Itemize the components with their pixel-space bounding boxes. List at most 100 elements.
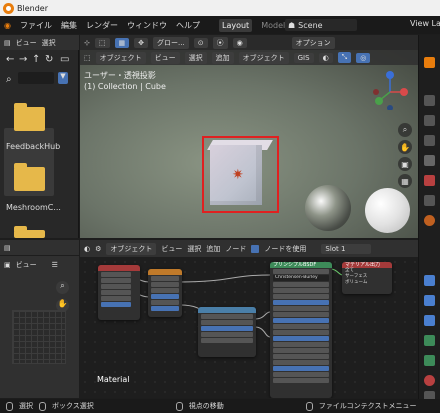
modifier-tab-icon[interactable] <box>424 275 435 286</box>
image-editor-header: ▣ ビュー ☰ <box>0 256 79 273</box>
gizmo-toggle-icon[interactable]: ⤡ <box>337 52 352 63</box>
mapping-node[interactable] <box>148 269 182 317</box>
scene-selector[interactable]: ☗ Scene <box>285 19 357 31</box>
material-output-node[interactable]: マテリアル出力 全て サーフェス ボリューム <box>342 262 392 294</box>
material-slot-dropdown[interactable]: Slot 1 <box>321 243 372 254</box>
image-editor-top-header: ▤ <box>0 240 79 255</box>
world-tab-icon[interactable] <box>424 175 435 186</box>
texture-coordinate-node[interactable] <box>98 265 140 320</box>
folder-icon[interactable] <box>14 226 45 238</box>
file-browser-list: FeedbackHub MeshroomC... <box>0 90 79 238</box>
snap-icon[interactable]: ⦿ <box>212 36 228 49</box>
pivot-icon[interactable]: ⊙ <box>193 37 208 48</box>
cursor-tool-icon[interactable]: ⊹ <box>84 39 90 47</box>
visibility-icon[interactable]: ◐ <box>318 52 333 63</box>
parent-folder-icon[interactable]: ↑ <box>32 54 40 65</box>
render-tab-icon[interactable] <box>424 95 435 106</box>
back-arrow-icon[interactable]: ← <box>6 54 14 65</box>
scene-tab-icon[interactable] <box>424 155 435 166</box>
view-menu[interactable]: ビュー <box>150 51 180 64</box>
tool-tab-icon[interactable] <box>424 57 435 68</box>
material-tab-icon[interactable] <box>424 375 435 386</box>
folder-label[interactable]: FeedbackHub <box>6 142 60 151</box>
status-box-select: ボックス選択 <box>52 402 94 410</box>
data-tab-icon[interactable] <box>424 355 435 366</box>
menu-window[interactable]: ウィンドウ <box>127 20 167 31</box>
scene-name: Scene <box>298 20 323 30</box>
workspace-tab-layout[interactable]: Layout <box>218 18 253 32</box>
editor-type-icon[interactable]: ▤ <box>4 39 11 47</box>
mouse-left-drag-icon <box>39 401 46 411</box>
editor-type-icon[interactable]: ⬚ <box>84 54 91 62</box>
proportional-edit-icon[interactable]: ◉ <box>232 37 247 48</box>
particles-tab-icon[interactable] <box>424 295 435 306</box>
navigation-gizmo[interactable] <box>370 70 410 110</box>
view-layer-tab-icon[interactable] <box>424 135 435 146</box>
image-icon[interactable]: ▣ <box>4 261 11 269</box>
menu-render[interactable]: レンダー <box>86 20 118 31</box>
overlay-toggle-icon[interactable]: ◎ <box>356 52 371 63</box>
refresh-icon[interactable]: ↻ <box>45 54 53 65</box>
menu-help[interactable]: ヘルプ <box>176 20 200 31</box>
gis-menu[interactable]: GIS <box>293 52 314 63</box>
window-title: Blender <box>17 3 48 13</box>
z-axis-icon <box>386 71 394 79</box>
select-mode-icon[interactable]: ▦ <box>114 37 130 48</box>
folder-label[interactable]: MeshroomC... <box>6 203 61 212</box>
node-editor-canvas[interactable]: プリンシプルBSDF Christensen-Burley マテリアル出力 全て… <box>80 257 418 398</box>
node-mode-dropdown[interactable]: オブジェクト <box>106 242 157 255</box>
filter-icon[interactable]: ▼ <box>58 72 68 84</box>
folder-icon[interactable] <box>14 103 45 131</box>
fb-select-menu[interactable]: 選択 <box>42 38 56 48</box>
node-node-menu[interactable]: ノード <box>225 244 246 254</box>
camera-view-icon[interactable]: ▣ <box>398 157 412 171</box>
mouse-middle-icon <box>175 401 183 411</box>
menu-blender-icon[interactable]: ◉ <box>4 21 11 30</box>
file-search-input[interactable] <box>18 72 54 84</box>
constraints-tab-icon[interactable] <box>424 335 435 346</box>
mode-dropdown[interactable]: オブジェクト <box>95 51 146 64</box>
node-editor-header: ◐ ⚙ オブジェクト ビュー 選択 追加 ノード ノードを使用 Slot 1 <box>80 240 418 257</box>
forward-arrow-icon[interactable]: → <box>19 54 27 65</box>
node-select-menu[interactable]: 選択 <box>187 244 201 254</box>
menu-file[interactable]: ファイル <box>20 20 52 31</box>
use-nodes-checkbox[interactable] <box>251 244 260 253</box>
fb-view-menu[interactable]: ビュー <box>16 38 37 48</box>
folder-icon[interactable] <box>14 163 45 191</box>
editor-type-icon[interactable]: ◐ <box>84 245 90 253</box>
object-menu[interactable]: オブジェクト <box>238 51 289 64</box>
add-menu[interactable]: 追加 <box>211 51 234 64</box>
subsurface-method-dropdown[interactable]: Christensen-Burley <box>273 275 329 281</box>
select-box-icon[interactable]: ⬚ <box>94 37 110 48</box>
node-header <box>198 307 256 313</box>
output-tab-icon[interactable] <box>424 115 435 126</box>
zoom-icon[interactable]: ⌕ <box>398 123 412 137</box>
blender-logo-icon <box>3 2 14 14</box>
object-tab-icon[interactable] <box>424 215 435 226</box>
file-browser-header: ▤ ビュー 選択 <box>0 35 79 50</box>
perspective-toggle-icon[interactable]: ▦ <box>398 174 412 188</box>
image-zoom-icon[interactable]: ⌕ <box>56 281 69 294</box>
menu-edit[interactable]: 編集 <box>61 20 77 31</box>
new-folder-icon[interactable]: ▭ <box>60 54 69 65</box>
image-texture-node[interactable] <box>198 307 256 357</box>
node-header <box>148 269 182 275</box>
view-layer-selector[interactable]: View Layer <box>410 19 440 28</box>
search-icon[interactable]: ⌕ <box>6 74 12 85</box>
options-dropdown[interactable]: オプション <box>291 36 335 49</box>
image-view-menu[interactable]: ビュー <box>16 260 37 270</box>
image-menu-icon[interactable]: ☰ <box>52 261 58 269</box>
principled-bsdf-node[interactable]: プリンシプルBSDF Christensen-Burley <box>270 262 332 398</box>
viewport-tool-settings: ⊹ ⬚ ▦ ✥ グロー... ⊙ ⦿ ◉ オプション <box>80 35 418 50</box>
node-add-menu[interactable]: 追加 <box>206 244 220 254</box>
select-menu[interactable]: 選択 <box>184 51 207 64</box>
transform-orientation-dropdown[interactable]: グロー... <box>153 36 189 49</box>
shader-type-icon[interactable]: ⚙ <box>95 245 101 253</box>
transform-orientation-icon[interactable]: ✥ <box>134 37 148 48</box>
node-view-menu[interactable]: ビュー <box>161 244 182 254</box>
editor-type-icon[interactable]: ▤ <box>4 244 11 252</box>
physics-tab-icon[interactable] <box>424 315 435 326</box>
collection-tab-icon[interactable] <box>424 195 435 206</box>
pan-hand-icon[interactable]: ✋ <box>398 140 412 154</box>
scene-icon: ☗ <box>288 20 296 30</box>
